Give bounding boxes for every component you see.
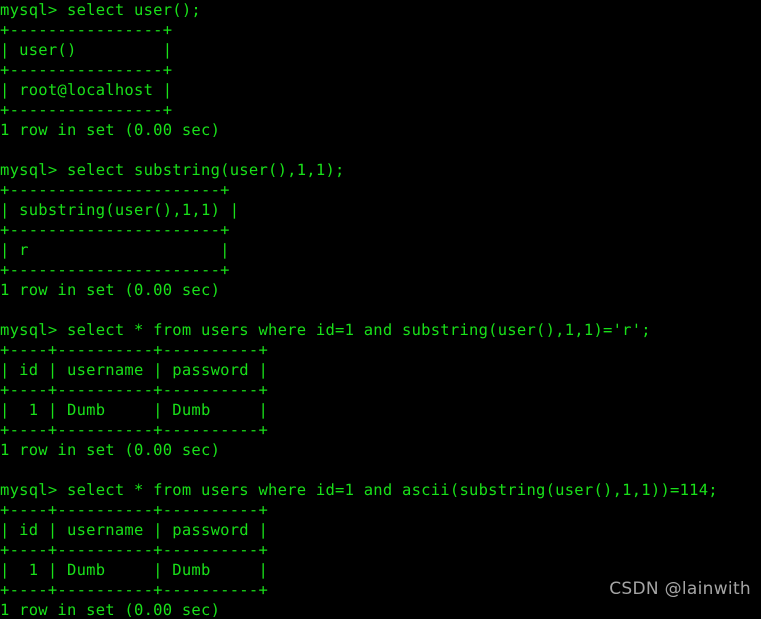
terminal-line: | root@localhost | — [0, 81, 173, 99]
terminal-line: 1 row in set (0.00 sec) — [0, 281, 221, 299]
terminal-line: +----+----------+----------+ — [0, 421, 269, 439]
terminal-line: +----+----------+----------+ — [0, 381, 269, 399]
terminal-line: +----------------+ — [0, 101, 173, 119]
terminal-line: | 1 | Dumb | Dumb | — [0, 561, 269, 579]
terminal-line: | 1 | Dumb | Dumb | — [0, 401, 269, 419]
terminal-line: +----------------------+ — [0, 221, 230, 239]
terminal-line: +----------------------+ — [0, 181, 230, 199]
terminal-line: +----+----------+----------+ — [0, 341, 269, 359]
terminal-line: mysql> select * from users where id=1 an… — [0, 481, 718, 499]
terminal-line: 1 row in set (0.00 sec) — [0, 121, 221, 139]
terminal-line: 1 row in set (0.00 sec) — [0, 601, 221, 619]
terminal-line: 1 row in set (0.00 sec) — [0, 441, 221, 459]
terminal-line: +----+----------+----------+ — [0, 541, 269, 559]
terminal-line: | r | — [0, 241, 230, 259]
terminal-line: mysql> select * from users where id=1 an… — [0, 321, 651, 339]
terminal-line: +----+----------+----------+ — [0, 581, 269, 599]
terminal-line: +----+----------+----------+ — [0, 501, 269, 519]
terminal-line: +----------------------+ — [0, 261, 230, 279]
terminal-line: | id | username | password | — [0, 361, 269, 379]
terminal-line: +----------------+ — [0, 61, 173, 79]
terminal-line: | substring(user(),1,1) | — [0, 201, 240, 219]
terminal-output-pane[interactable]: mysql> select user(); +----------------+… — [0, 0, 761, 619]
terminal-line: mysql> select substring(user(),1,1); — [0, 161, 345, 179]
terminal-line: +----------------+ — [0, 21, 173, 39]
terminal-line: mysql> select user(); — [0, 1, 202, 19]
terminal-line: | user() | — [0, 41, 173, 59]
terminal-line: | id | username | password | — [0, 521, 269, 539]
